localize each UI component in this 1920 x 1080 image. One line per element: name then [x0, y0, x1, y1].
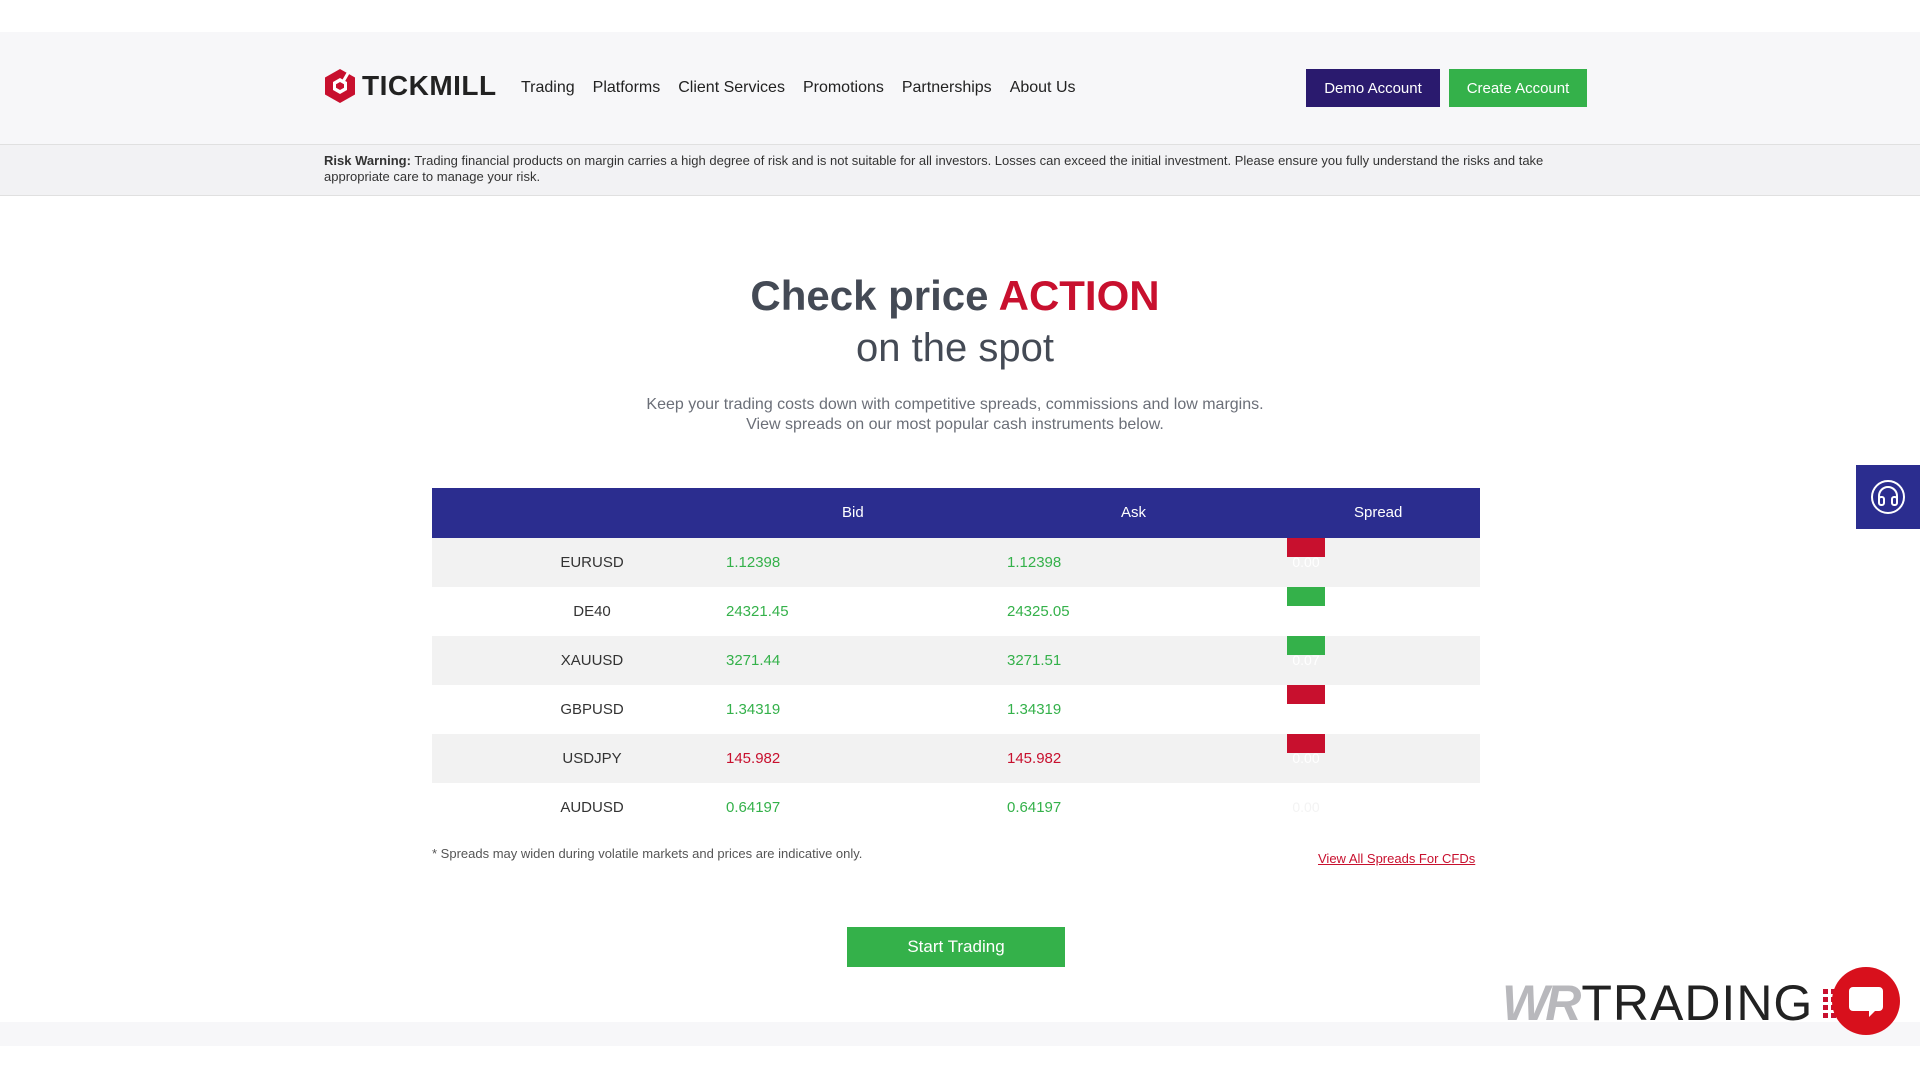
- bid-price: 24321.45: [726, 603, 789, 620]
- main-nav: Trading Platforms Client Services Promot…: [521, 76, 1094, 100]
- spread-badge: 0.00: [1287, 538, 1325, 570]
- spread-badge: 0.00: [1287, 734, 1325, 766]
- start-trading-button[interactable]: Start Trading: [847, 927, 1065, 967]
- instrument-symbol: XAUUSD: [560, 652, 624, 669]
- spreads-footnote: * Spreads may widen during volatile mark…: [432, 846, 863, 861]
- table-row: USDJPY 145.982 145.982 0.00: [432, 734, 1480, 783]
- header-spread: Spread: [1354, 504, 1403, 521]
- table-row: XAUUSD 3271.44 3271.51 0.07: [432, 636, 1480, 685]
- create-account-button[interactable]: Create Account: [1449, 69, 1587, 107]
- watermark-wr: WR: [1502, 975, 1581, 1031]
- hero-desc-line-1: Keep your trading costs down with compet…: [646, 396, 1264, 413]
- hero-title-accent: ACTION: [998, 272, 1160, 319]
- instrument-symbol: EURUSD: [560, 554, 624, 571]
- ask-price: 24325.05: [1007, 603, 1070, 620]
- spread-badge: 3.60: [1287, 587, 1325, 619]
- spread-badge: 0.00: [1292, 799, 1320, 815]
- hero-description: Keep your trading costs down with compet…: [0, 395, 1910, 435]
- view-all-spreads-link[interactable]: View All Spreads For CFDs: [1318, 851, 1475, 866]
- bid-price: 3271.44: [726, 652, 781, 669]
- header-ask: Ask: [1121, 504, 1147, 521]
- instrument-symbol: USDJPY: [562, 750, 622, 767]
- table-row: DE40 24321.45 24325.05 3.60: [432, 587, 1480, 636]
- chat-button[interactable]: [1832, 967, 1900, 1035]
- spreads-table: Bid Ask Spread EURUSD 1.12398 1.12398 0.00 D…: [432, 488, 1480, 832]
- nav-promotions[interactable]: Promotions: [803, 76, 884, 100]
- bid-price: 0.64197: [726, 799, 781, 816]
- site-header: TICKMILL Trading Platforms Client Servic…: [0, 32, 1920, 144]
- instrument-symbol: AUDUSD: [560, 799, 624, 816]
- table-row: AUDUSD 0.64197 0.64197 0.00: [432, 783, 1480, 832]
- hexagon-logo-icon: [325, 69, 355, 103]
- brand-name: TICKMILL: [362, 70, 497, 101]
- top-strip: [0, 0, 1920, 32]
- spread-badge: 0.07: [1287, 636, 1325, 668]
- ask-price: 3271.51: [1007, 652, 1062, 669]
- header-bid: Bid: [842, 504, 864, 521]
- headset-icon: [1871, 480, 1905, 514]
- risk-warning-bar: Risk Warning: Trading financial products…: [0, 144, 1920, 196]
- hero-desc-line-2: View spreads on our most popular cash in…: [746, 416, 1164, 433]
- nav-trading[interactable]: Trading: [521, 76, 575, 100]
- table-row: EURUSD 1.12398 1.12398 0.00: [432, 538, 1480, 587]
- instrument-symbol: GBPUSD: [560, 701, 624, 718]
- ask-price: 1.34319: [1007, 701, 1062, 718]
- table-row: GBPUSD 1.34319 1.34319 0.00: [432, 685, 1480, 734]
- support-tab[interactable]: [1856, 465, 1920, 529]
- spread-badge: 0.00: [1287, 685, 1325, 717]
- nav-partnerships[interactable]: Partnerships: [902, 76, 992, 100]
- bid-price: 1.34319: [726, 701, 781, 718]
- brand-logo[interactable]: TICKMILL: [324, 68, 497, 104]
- nav-client-services[interactable]: Client Services: [678, 76, 785, 100]
- risk-warning-body: Trading financial products on margin car…: [324, 153, 1544, 184]
- demo-account-button[interactable]: Demo Account: [1306, 69, 1440, 107]
- bid-price: 145.982: [726, 750, 781, 767]
- hero-subtitle: on the spot: [856, 326, 1054, 370]
- risk-warning-text: Risk Warning: Trading financial products…: [324, 153, 1594, 185]
- hero-title: Check price ACTION: [0, 272, 1910, 320]
- table-header: Bid Ask Spread: [432, 488, 1480, 538]
- risk-warning-label: Risk Warning:: [324, 153, 411, 168]
- nav-about-us[interactable]: About Us: [1010, 76, 1076, 100]
- nav-platforms[interactable]: Platforms: [593, 76, 661, 100]
- wrtrading-watermark: WR TRADING: [1502, 975, 1837, 1031]
- hero-title-prefix: Check price: [750, 272, 999, 319]
- ask-price: 1.12398: [1007, 554, 1062, 571]
- ask-price: 0.64197: [1007, 799, 1062, 816]
- ask-price: 145.982: [1007, 750, 1062, 767]
- instrument-symbol: DE40: [573, 603, 611, 620]
- chat-bubble-icon: [1849, 987, 1883, 1017]
- bid-price: 1.12398: [726, 554, 781, 571]
- watermark-trading: TRADING: [1581, 975, 1814, 1031]
